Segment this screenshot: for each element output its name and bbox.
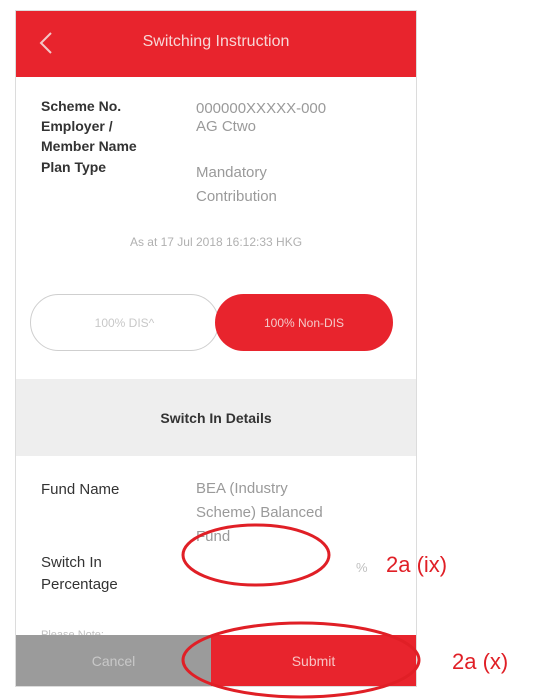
annotation-overlay — [181, 523, 421, 699]
annotation-label-x: 2a (x) — [452, 649, 509, 674]
annotation-label-ix: 2a (ix) — [386, 552, 448, 577]
annotation-circle-x — [181, 621, 421, 699]
annotation-circle-ix — [181, 523, 331, 587]
